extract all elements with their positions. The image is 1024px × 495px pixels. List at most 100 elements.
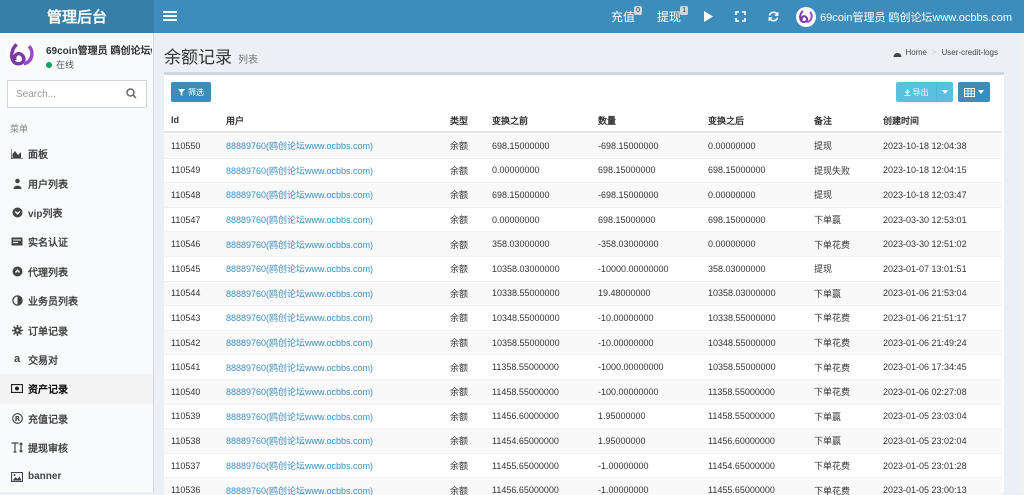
user-link[interactable]: 88889760(鸥创论坛www.ocbbs.com) — [226, 134, 373, 158]
sidebar-item-9[interactable]: R 充值记录 — [0, 404, 153, 433]
app-title[interactable]: 管理后台 — [0, 0, 154, 33]
user-link[interactable]: 88889760(鸥创论坛www.ocbbs.com) — [226, 355, 373, 379]
user-link[interactable]: 88889760(鸥创论坛www.ocbbs.com) — [226, 454, 373, 478]
user-menu[interactable]: 69coin管理员 鸥创论坛www.ocbbs.com — [790, 0, 1024, 33]
sidebar-item-11[interactable]: banner — [0, 462, 153, 491]
sidebar-item-label: 订单记录 — [28, 326, 68, 338]
table-cell: 11456.60000000 — [708, 435, 775, 446]
menu-header: 菜单 — [10, 124, 29, 134]
column-header[interactable]: 用户 — [226, 109, 244, 131]
table-cell: 1.95000000 — [598, 435, 646, 446]
table-row: 110545 88889760(鸥创论坛www.ocbbs.com) 余额 10358… — [164, 257, 1002, 282]
column-header[interactable]: 创建时间 — [883, 109, 919, 131]
withdraw-badge: 1 — [680, 6, 689, 15]
table-cell: 提现失败 — [814, 165, 851, 176]
export-caret-icon[interactable] — [937, 90, 953, 94]
column-header[interactable]: 变换之前 — [492, 109, 528, 131]
sidebar-toggle-icon[interactable] — [163, 9, 177, 23]
user-link[interactable]: 88889760(鸥创论坛www.ocbbs.com) — [226, 208, 373, 232]
table-cell: -1000.00000000 — [598, 362, 664, 373]
table-cell: 11454.65000000 — [708, 460, 775, 471]
sidebar-item-1[interactable]: 用户列表 — [0, 168, 153, 197]
table-cell: 余额 — [450, 141, 469, 152]
search-icon[interactable] — [126, 88, 137, 99]
table-cell: 下单花费 — [814, 239, 851, 250]
table-cell: 698.15000000 — [708, 165, 766, 176]
recharge-nav-button[interactable]: 充值 0 — [600, 0, 646, 33]
play-icon[interactable] — [692, 0, 724, 33]
export-button[interactable]: 导出 — [896, 82, 953, 102]
table-cell: 余额 — [450, 411, 469, 422]
sidebar-item-6[interactable]: 订单记录 — [0, 315, 153, 344]
table-cell: 110547 — [171, 214, 201, 225]
table-cell: 110541 — [171, 362, 201, 373]
sidebar-item-7[interactable]: a 交易对 — [0, 345, 153, 374]
table-cell: 下单赢 — [814, 411, 842, 422]
user-avatar — [796, 6, 817, 27]
table-cell: 10338.55000000 — [492, 288, 560, 299]
column-header[interactable]: 数量 — [598, 109, 616, 131]
image-icon — [11, 471, 23, 483]
chart-area-icon — [11, 148, 23, 160]
user-link[interactable]: 88889760(鸥创论坛www.ocbbs.com) — [226, 232, 373, 256]
column-header[interactable]: Id — [171, 109, 179, 131]
user-link[interactable]: 88889760(鸥创论坛www.ocbbs.com) — [226, 429, 373, 453]
table-cell: -1.00000000 — [598, 460, 649, 471]
svg-text:R: R — [14, 415, 20, 423]
table-cell: 2023-01-05 23:02:04 — [883, 435, 967, 446]
sidebar-item-2[interactable]: vip列表 — [0, 198, 153, 227]
user-link[interactable]: 88889760(鸥创论坛www.ocbbs.com) — [226, 282, 373, 306]
fullscreen-icon[interactable] — [724, 0, 757, 33]
page-subtitle: 列表 — [238, 55, 258, 66]
table-cell: 余额 — [450, 387, 469, 398]
column-header[interactable]: 变换之后 — [708, 109, 744, 131]
refresh-icon[interactable] — [757, 0, 790, 33]
table-cell: 2023-01-05 23:01:28 — [883, 460, 967, 471]
sidebar-item-4[interactable]: 代理列表 — [0, 257, 153, 286]
table-cell: 0.00000000 — [708, 189, 756, 200]
sidebar-item-8[interactable]: 资产记录 — [0, 374, 153, 404]
table-cell: 下单赢 — [814, 215, 842, 226]
table-header: Id 用户 类型 变换之前 数量 变换之后 备注 创建时间 — [164, 109, 1002, 133]
table-cell: 下单花费 — [814, 461, 851, 472]
table-cell: 2023-03-30 12:53:01 — [883, 214, 967, 225]
table-cell: 110539 — [171, 411, 201, 422]
table-cell: 10358.03000000 — [708, 288, 776, 299]
table-cell: 提现 — [814, 141, 833, 152]
user-link[interactable]: 88889760(鸥创论坛www.ocbbs.com) — [226, 159, 373, 183]
table-cell: 110540 — [171, 386, 201, 397]
table-cell: 0.00000000 — [708, 140, 756, 151]
table-cell: -10.00000000 — [598, 337, 654, 348]
columns-button[interactable] — [958, 82, 990, 102]
filter-button[interactable]: 筛选 — [171, 82, 211, 102]
sidebar-item-0[interactable]: 面板 — [0, 139, 153, 168]
sidebar-user-name: 69coin管理员 鸥创论坛www — [46, 46, 152, 57]
page-scrollbar[interactable] — [1020, 33, 1024, 492]
sidebar-item-3[interactable]: 实名认证 — [0, 227, 153, 256]
sidebar-item-label: vip列表 — [28, 208, 63, 220]
user-link[interactable]: 88889760(鸥创论坛www.ocbbs.com) — [226, 331, 373, 355]
sidebar-search-input[interactable]: Search... — [7, 80, 147, 108]
table-cell: -10000.00000000 — [598, 263, 669, 274]
user-link[interactable]: 88889760(鸥创论坛www.ocbbs.com) — [226, 478, 373, 495]
sidebar-item-10[interactable]: 提现审核 — [0, 433, 153, 462]
column-header[interactable]: 类型 — [450, 109, 468, 131]
column-header[interactable]: 备注 — [814, 109, 832, 131]
table-cell: 110536 — [171, 485, 201, 495]
table-row: 110540 88889760(鸥创论坛www.ocbbs.com) 余额 11458… — [164, 380, 1002, 405]
breadcrumb: Home > User-credit-logs — [893, 48, 998, 57]
user-link[interactable]: 88889760(鸥创论坛www.ocbbs.com) — [226, 380, 373, 404]
table-row: 110536 88889760(鸥创论坛www.ocbbs.com) 余额 11456… — [164, 478, 1002, 495]
user-link[interactable]: 88889760(鸥创论坛www.ocbbs.com) — [226, 306, 373, 330]
withdraw-nav-button[interactable]: 提现 1 — [646, 0, 692, 33]
user-link[interactable]: 88889760(鸥创论坛www.ocbbs.com) — [226, 183, 373, 207]
breadcrumb-home[interactable]: Home — [906, 48, 927, 57]
sidebar-item-5[interactable]: 业务员列表 — [0, 286, 153, 315]
user-link[interactable]: 88889760(鸥创论坛www.ocbbs.com) — [226, 405, 373, 429]
table-columns-icon — [964, 87, 975, 97]
table-row: 110548 88889760(鸥创论坛www.ocbbs.com) 余额 698.1… — [164, 183, 1002, 208]
table-cell: 2023-10-18 12:04:15 — [883, 165, 967, 176]
user-link[interactable]: 88889760(鸥创论坛www.ocbbs.com) — [226, 257, 373, 281]
table-cell: 10348.55000000 — [492, 312, 560, 323]
table-cell: 2023-01-06 21:53:04 — [883, 288, 967, 299]
